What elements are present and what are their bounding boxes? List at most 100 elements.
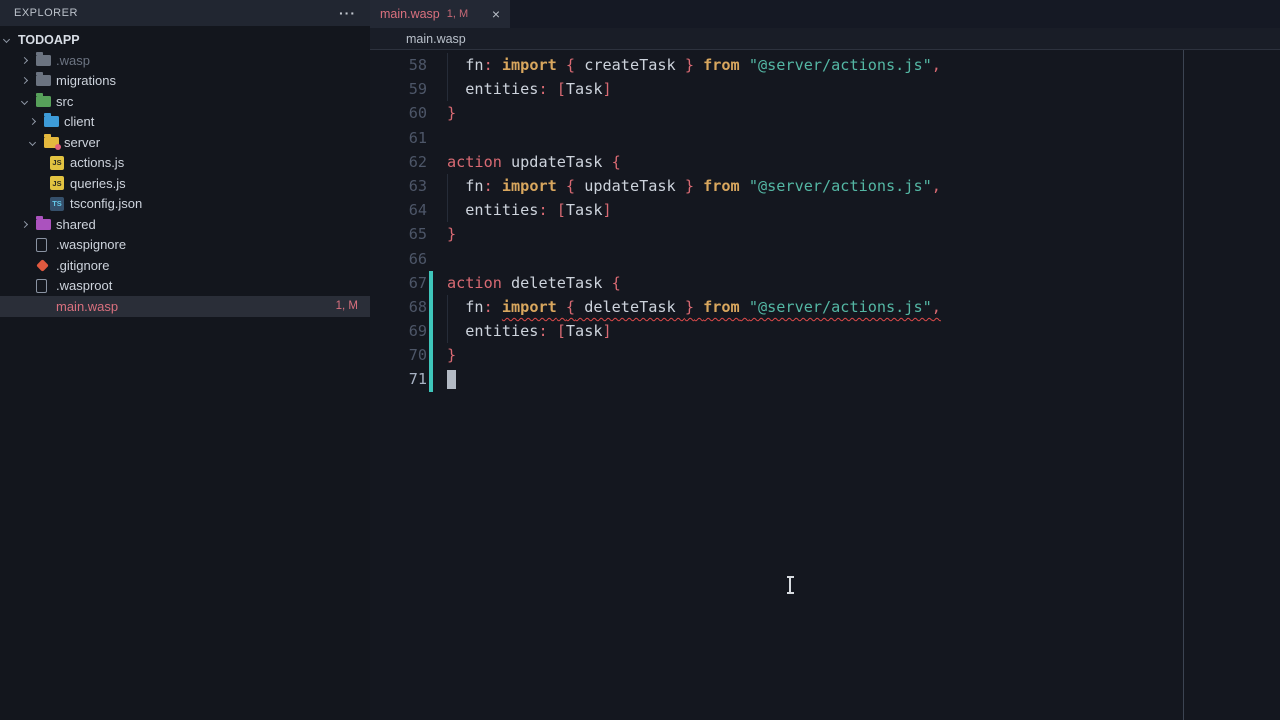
tree-item-actions-js[interactable]: JS actions.js bbox=[0, 153, 370, 174]
javascript-file-icon: JS bbox=[50, 176, 64, 190]
code-text: action deleteTask { bbox=[447, 271, 621, 295]
line-number[interactable]: 65 bbox=[370, 222, 427, 246]
tree-item-label: queries.js bbox=[70, 176, 126, 191]
tree-item-label: client bbox=[64, 114, 94, 129]
indent-guide bbox=[447, 77, 448, 101]
code-line-69[interactable]: 69 entities: [Task] bbox=[370, 319, 1280, 343]
tree-item-client[interactable]: client bbox=[0, 112, 370, 133]
line-number[interactable]: 69 bbox=[370, 319, 427, 343]
javascript-file-icon: JS bbox=[50, 156, 64, 170]
line-number[interactable]: 61 bbox=[370, 126, 427, 150]
code-line-67[interactable]: 67 action deleteTask { bbox=[370, 271, 1280, 295]
tree-item-label: .wasproot bbox=[56, 278, 112, 293]
tree-item-label: shared bbox=[56, 217, 96, 232]
file-icon bbox=[36, 238, 47, 252]
shared-folder-icon bbox=[36, 219, 51, 230]
tree-item-label: main.wasp bbox=[56, 299, 118, 314]
tree-item-wasp[interactable]: .wasp bbox=[0, 50, 370, 71]
tree-item-migrations[interactable]: migrations bbox=[0, 71, 370, 92]
indent-guide bbox=[447, 53, 448, 77]
tree-item-label: tsconfig.json bbox=[70, 196, 142, 211]
tree-item-src[interactable]: src bbox=[0, 91, 370, 112]
code-line-58[interactable]: 58 fn: import { createTask } from "@serv… bbox=[370, 53, 1280, 77]
tree-item-label: src bbox=[56, 94, 73, 109]
line-number[interactable]: 60 bbox=[370, 101, 427, 125]
tree-item-main-wasp[interactable]: main.wasp 1, M bbox=[0, 296, 370, 317]
client-folder-icon bbox=[44, 116, 59, 127]
line-number[interactable]: 67 bbox=[370, 271, 427, 295]
line-number[interactable]: 64 bbox=[370, 198, 427, 222]
tab-bar: main.wasp 1, M × bbox=[370, 0, 1280, 28]
code-line-70[interactable]: 70} bbox=[370, 343, 1280, 367]
code-text: entities: [Task] bbox=[447, 77, 612, 101]
folder-icon bbox=[36, 55, 51, 66]
error-squiggle: import { deleteTask } from "@server/acti… bbox=[502, 298, 941, 316]
line-number[interactable]: 68 bbox=[370, 295, 427, 319]
tab-main-wasp[interactable]: main.wasp 1, M × bbox=[370, 0, 510, 28]
code-text: entities: [Task] bbox=[447, 198, 612, 222]
line-number[interactable]: 58 bbox=[370, 53, 427, 77]
tree-item-label: actions.js bbox=[70, 155, 124, 170]
line-number[interactable]: 70 bbox=[370, 343, 427, 367]
tree-item-label: .waspignore bbox=[56, 237, 126, 252]
breadcrumb-item[interactable]: main.wasp bbox=[406, 32, 466, 46]
code-text: } bbox=[447, 222, 456, 246]
explorer-header: EXPLORER ··· bbox=[0, 0, 370, 26]
line-number[interactable]: 63 bbox=[370, 174, 427, 198]
line-number[interactable]: 66 bbox=[370, 247, 427, 271]
code-line-64[interactable]: 64 entities: [Task] bbox=[370, 198, 1280, 222]
breadcrumb: main.wasp bbox=[370, 28, 1280, 50]
indent-guide bbox=[447, 198, 448, 222]
tree-item-shared[interactable]: shared bbox=[0, 214, 370, 235]
indent-guide bbox=[447, 174, 448, 198]
code-line-60[interactable]: 60} bbox=[370, 101, 1280, 125]
code-text: action updateTask { bbox=[447, 150, 621, 174]
code-line-62[interactable]: 62 action updateTask { bbox=[370, 150, 1280, 174]
more-actions-icon[interactable]: ··· bbox=[339, 8, 356, 18]
indent-guide bbox=[447, 295, 448, 319]
tree-item-label: server bbox=[64, 135, 100, 150]
line-number[interactable]: 71 bbox=[370, 367, 427, 391]
tree-item-server[interactable]: server bbox=[0, 132, 370, 153]
git-status-badge: 1, M bbox=[336, 300, 370, 312]
tree-item-tsconfig-json[interactable]: TS tsconfig.json bbox=[0, 194, 370, 215]
folder-icon bbox=[36, 75, 51, 86]
tree-item-wasproot[interactable]: .wasproot bbox=[0, 276, 370, 297]
explorer-sidebar: EXPLORER ··· TODOAPP .wasp migrations src c… bbox=[0, 0, 370, 720]
tree-root-todoapp[interactable]: TODOAPP bbox=[0, 29, 370, 50]
code-text: entities: [Task] bbox=[447, 319, 612, 343]
editor-group: main.wasp 1, M × main.wasp 58 fn: import… bbox=[370, 0, 1280, 720]
chevron-right-icon[interactable] bbox=[29, 118, 36, 125]
typescript-file-icon: TS bbox=[50, 197, 64, 211]
code-text: fn: import { updateTask } from "@server/… bbox=[447, 174, 941, 198]
git-icon bbox=[36, 259, 49, 272]
code-line-65[interactable]: 65} bbox=[370, 222, 1280, 246]
tree-item-gitignore[interactable]: .gitignore bbox=[0, 255, 370, 276]
code-area[interactable]: 58 fn: import { createTask } from "@serv… bbox=[370, 50, 1280, 720]
code-text: } bbox=[447, 101, 456, 125]
chevron-right-icon[interactable] bbox=[21, 57, 28, 64]
line-number[interactable]: 59 bbox=[370, 77, 427, 101]
file-tree: TODOAPP .waspmigrationssrcclientserverJS… bbox=[0, 26, 370, 317]
chevron-down-icon[interactable] bbox=[29, 139, 36, 146]
chevron-down-icon[interactable] bbox=[21, 98, 28, 105]
tab-label: main.wasp bbox=[380, 7, 440, 21]
code-line-63[interactable]: 63 fn: import { updateTask } from "@serv… bbox=[370, 174, 1280, 198]
code-line-68[interactable]: 68 fn: import { deleteTask } from "@serv… bbox=[370, 295, 1280, 319]
line-number[interactable]: 62 bbox=[370, 150, 427, 174]
tree-root-label: TODOAPP bbox=[18, 33, 80, 47]
chevron-right-icon[interactable] bbox=[21, 221, 28, 228]
code-line-59[interactable]: 59 entities: [Task] bbox=[370, 77, 1280, 101]
code-line-71[interactable]: 71 bbox=[370, 367, 1280, 391]
close-icon[interactable]: × bbox=[492, 7, 500, 21]
tab-problems-badge: 1, M bbox=[447, 8, 468, 20]
src-folder-icon bbox=[36, 96, 51, 107]
tree-item-label: migrations bbox=[56, 73, 116, 88]
code-line-66[interactable]: 66 bbox=[370, 247, 1280, 271]
explorer-title: EXPLORER bbox=[14, 7, 78, 19]
code-line-61[interactable]: 61 bbox=[370, 126, 1280, 150]
chevron-right-icon[interactable] bbox=[21, 77, 28, 84]
tree-item-queries-js[interactable]: JS queries.js bbox=[0, 173, 370, 194]
tree-item-waspignore[interactable]: .waspignore bbox=[0, 235, 370, 256]
chevron-down-icon bbox=[3, 36, 10, 43]
